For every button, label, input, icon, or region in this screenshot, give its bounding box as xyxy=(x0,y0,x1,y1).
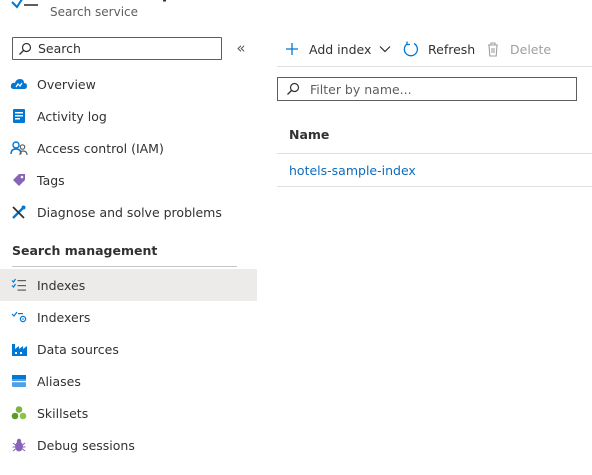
section-divider xyxy=(12,266,237,267)
wrench-icon xyxy=(10,203,28,221)
bug-icon xyxy=(10,436,28,454)
cloud-icon xyxy=(10,75,28,93)
alias-icon xyxy=(10,372,28,390)
sidebar-item-access-control[interactable]: Access control (IAM) xyxy=(0,132,257,164)
refresh-label: Refresh xyxy=(428,41,476,57)
main-content: Add index Refresh Delete Nam xyxy=(277,30,592,475)
page-header: srch-ai-sample Search service xyxy=(0,0,592,26)
people-icon xyxy=(10,139,28,157)
sidebar-item-debug-sessions[interactable]: Debug sessions xyxy=(0,429,257,461)
sidebar-item-data-sources[interactable]: Data sources xyxy=(0,333,257,365)
add-index-button[interactable]: Add index xyxy=(285,42,391,57)
table-header-row: Name xyxy=(277,116,592,154)
sidebar-item-skillsets[interactable]: Skillsets xyxy=(0,397,257,429)
sidebar-item-label: Access control (IAM) xyxy=(37,140,164,156)
section-header-search-management: Search management xyxy=(12,243,158,258)
page-title: srch-ai-sample xyxy=(48,0,192,3)
refresh-button[interactable]: Refresh xyxy=(403,41,475,57)
sidebar-item-indexers[interactable]: Indexers xyxy=(0,301,257,333)
activity-log-icon xyxy=(10,107,28,125)
collapse-sidebar-button[interactable]: « xyxy=(233,39,249,57)
factory-icon xyxy=(10,340,28,358)
sidebar-item-label: Tags xyxy=(37,172,65,188)
search-icon xyxy=(19,42,32,55)
sidebar-item-indexes[interactable]: Indexes xyxy=(0,269,257,301)
sidebar-item-diagnose[interactable]: Diagnose and solve problems xyxy=(0,196,257,228)
checklist-icon xyxy=(10,276,28,294)
sidebar-item-label: Indexers xyxy=(37,309,91,325)
sidebar-item-label: Activity log xyxy=(37,108,107,124)
index-name-link[interactable]: hotels-sample-index xyxy=(289,163,416,178)
command-bar: Add index Refresh Delete xyxy=(277,36,592,62)
sidebar-item-tags[interactable]: Tags xyxy=(0,164,257,196)
chevron-down-icon[interactable] xyxy=(379,45,391,53)
filter-search-icon xyxy=(287,82,300,95)
delete-label: Delete xyxy=(510,41,552,57)
tag-icon xyxy=(10,171,28,189)
skillset-icon xyxy=(10,404,28,422)
page-subtitle: Search service xyxy=(50,5,139,19)
toolbar-divider xyxy=(277,66,592,67)
delete-button[interactable]: Delete xyxy=(487,42,551,57)
sidebar-item-label: Aliases xyxy=(37,373,81,389)
sidebar-search-box[interactable] xyxy=(12,37,222,60)
sidebar-item-label: Overview xyxy=(37,76,96,92)
refresh-icon xyxy=(403,41,419,57)
plus-icon xyxy=(286,43,298,55)
sidebar-item-label: Diagnose and solve problems xyxy=(37,204,222,220)
filter-box[interactable] xyxy=(277,77,577,101)
sidebar-item-label: Indexes xyxy=(37,277,86,293)
sidebar-search-input[interactable] xyxy=(38,41,208,56)
add-index-label: Add index xyxy=(309,41,372,57)
sidebar-item-label: Debug sessions xyxy=(37,437,135,453)
sidebar: « Overview Activity log xyxy=(0,30,258,475)
indexer-icon xyxy=(10,308,28,326)
sidebar-item-overview[interactable]: Overview xyxy=(0,68,257,100)
filter-input[interactable] xyxy=(310,81,570,97)
trash-icon xyxy=(488,41,498,57)
column-header-name[interactable]: Name xyxy=(289,127,329,142)
sidebar-item-activity-log[interactable]: Activity log xyxy=(0,100,257,132)
search-service-icon xyxy=(11,0,38,9)
sidebar-item-label: Skillsets xyxy=(37,405,89,421)
indexes-table: Name hotels-sample-index xyxy=(277,116,592,187)
sidebar-item-label: Data sources xyxy=(37,341,119,357)
table-row[interactable]: hotels-sample-index xyxy=(277,154,592,187)
sidebar-item-aliases[interactable]: Aliases xyxy=(0,365,257,397)
